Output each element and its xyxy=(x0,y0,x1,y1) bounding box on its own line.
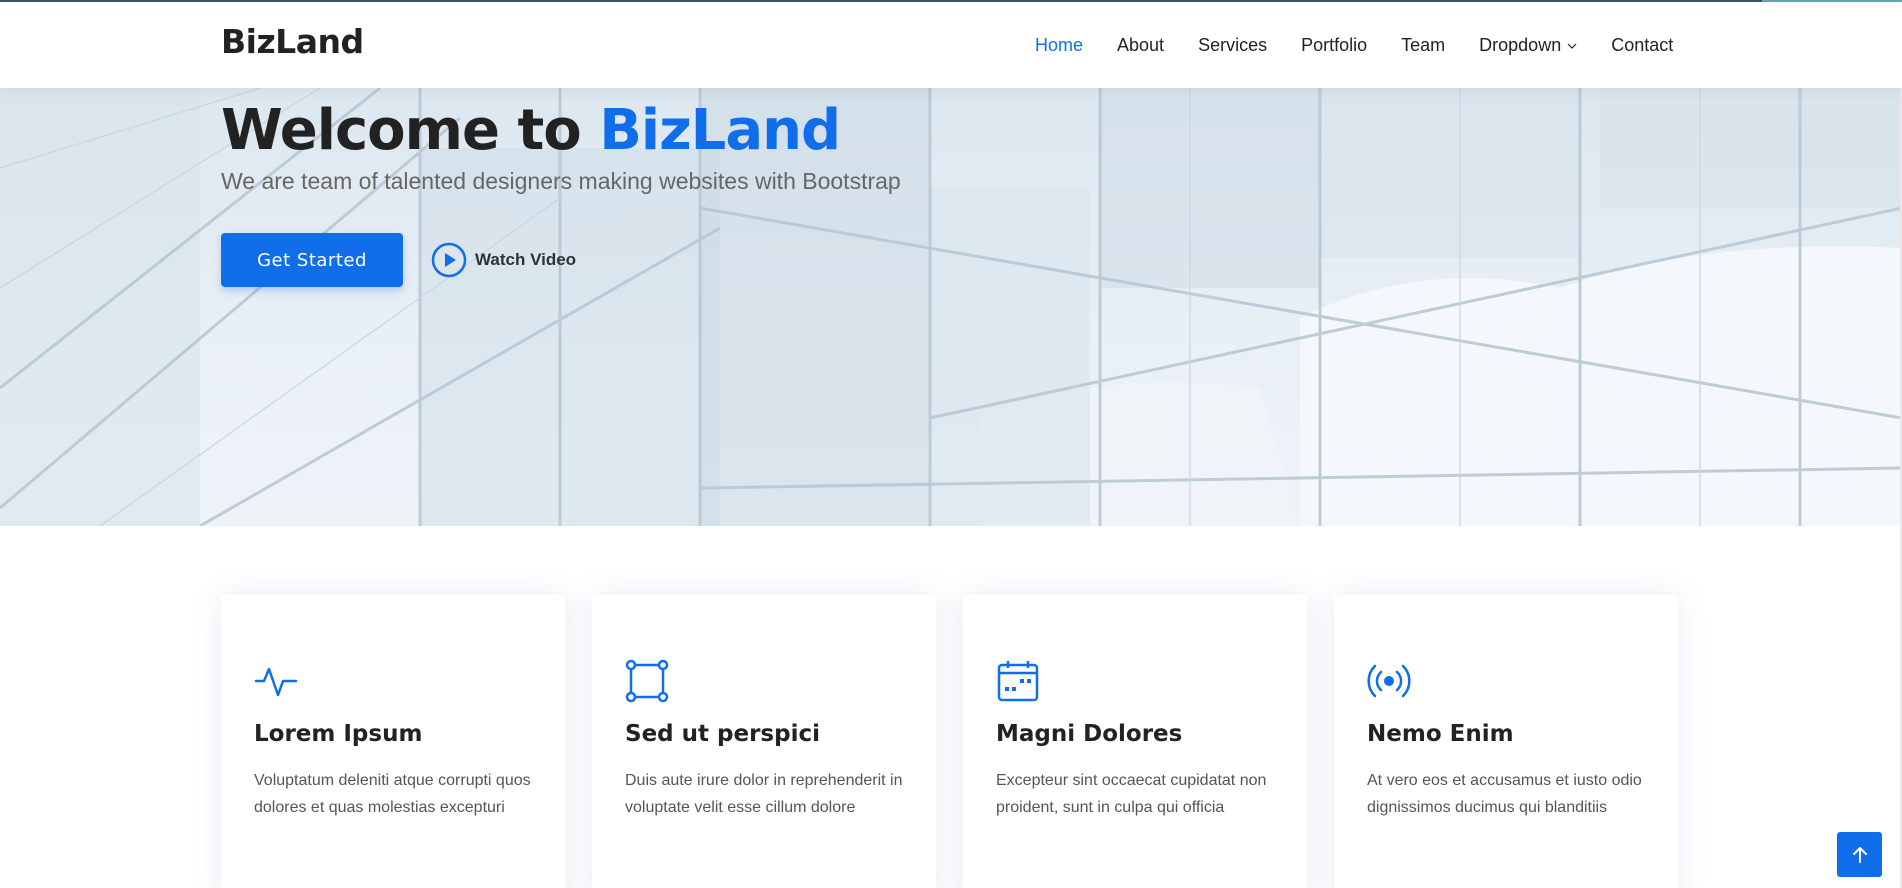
hero-subtitle: We are team of talented designers making… xyxy=(221,168,901,194)
feature-card: Sed ut perspici Duis aute irure dolor in… xyxy=(592,595,936,888)
feature-card-title[interactable]: Lorem Ipsum xyxy=(254,721,422,747)
site-header: BizLand Home About Services Portfolio Te… xyxy=(0,2,1902,88)
logo[interactable]: BizLand xyxy=(221,22,364,61)
nav-item-team[interactable]: Team xyxy=(1401,35,1445,56)
play-circle-icon xyxy=(431,242,467,278)
watch-video-label: Watch Video xyxy=(475,250,577,269)
feature-card-desc: At vero eos et accusamus et iusto odio d… xyxy=(1367,772,1642,816)
watch-video-button[interactable]: Watch Video xyxy=(431,242,576,278)
feature-card-desc: Excepteur sint occaecat cupidatat non pr… xyxy=(996,772,1267,816)
hero-title-brand: BizLand xyxy=(599,98,841,163)
feature-card: Nemo Enim At vero eos et accusamus et iu… xyxy=(1334,595,1678,888)
activity-icon xyxy=(254,667,298,697)
main-nav: Home About Services Portfolio Team Dropd… xyxy=(1035,35,1673,56)
nav-item-contact[interactable]: Contact xyxy=(1611,35,1673,56)
nav-item-services[interactable]: Services xyxy=(1198,35,1267,56)
calendar-icon xyxy=(997,661,1039,702)
feature-card-title[interactable]: Magni Dolores xyxy=(996,721,1182,747)
feature-card-title[interactable]: Sed ut perspici xyxy=(625,721,820,747)
hero-title-prefix: Welcome to xyxy=(221,98,600,163)
nav-item-home[interactable]: Home xyxy=(1035,35,1083,56)
nav-item-portfolio[interactable]: Portfolio xyxy=(1301,35,1367,56)
feature-card: Magni Dolores Excepteur sint occaecat cu… xyxy=(963,595,1307,888)
chevron-down-icon xyxy=(1567,43,1577,49)
feature-card: Lorem Ipsum Voluptatum deleniti atque co… xyxy=(221,595,565,888)
nav-dropdown-label: Dropdown xyxy=(1479,35,1562,55)
back-to-top-button[interactable] xyxy=(1837,832,1882,877)
broadcast-icon xyxy=(1367,664,1411,698)
feature-card-title[interactable]: Nemo Enim xyxy=(1367,721,1514,747)
bounding-box-icon xyxy=(625,659,669,703)
arrow-up-icon xyxy=(1852,846,1867,863)
hero-title: Welcome to BizLand xyxy=(221,98,841,163)
nav-item-dropdown[interactable]: Dropdown xyxy=(1479,35,1577,56)
nav-item-about[interactable]: About xyxy=(1117,35,1164,56)
feature-card-desc: Duis aute irure dolor in reprehenderit i… xyxy=(625,772,903,816)
hero-section: Welcome to BizLand We are team of talent… xyxy=(0,88,1902,526)
get-started-button[interactable]: Get Started xyxy=(221,233,403,287)
feature-card-desc: Voluptatum deleniti atque corrupti quos … xyxy=(254,772,531,816)
